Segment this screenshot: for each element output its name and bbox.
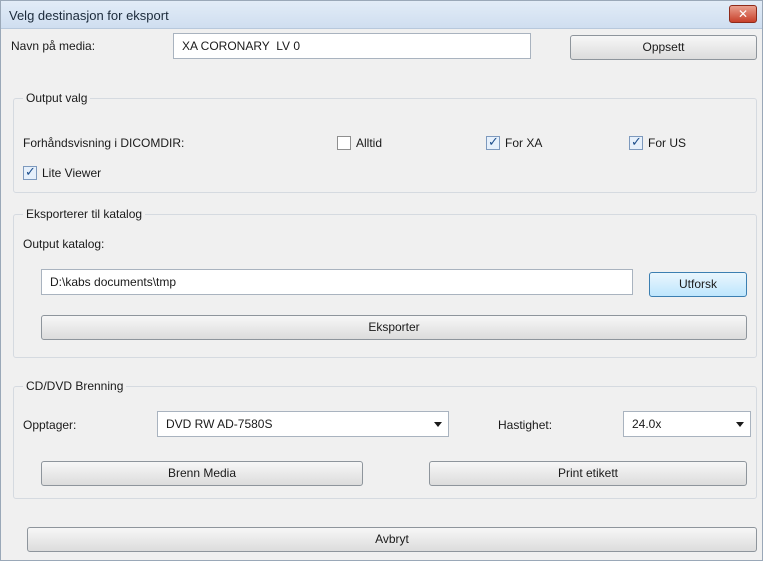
recorder-label: Opptager: [23,418,77,432]
for-us-checkbox-label: For US [648,136,687,150]
export-button[interactable]: Eksporter [41,315,747,340]
media-name-label: Navn på media: [11,39,96,53]
output-options-title: Output valg [23,91,91,105]
speed-dropdown-value: 24.0x [632,417,662,431]
for-us-checkbox[interactable]: ✓ [629,134,643,150]
checkmark-icon: ✓ [25,164,36,179]
close-icon: ✕ [737,7,749,21]
recorder-dropdown-value: DVD RW AD-7580S [166,417,273,431]
lite-viewer-checkbox-label: Lite Viewer [42,166,102,180]
export-folder-title: Eksporterer til katalog [23,207,146,221]
print-label-button[interactable]: Print etikett [429,461,747,486]
checkmark-icon: ✓ [631,134,642,149]
speed-label: Hastighet: [498,418,553,432]
recorder-dropdown[interactable]: DVD RW AD-7580S [157,411,449,437]
export-destination-dialog: Velg destinasjon for eksport ✕ Navn på m… [0,0,763,561]
chevron-down-icon [736,422,744,427]
output-folder-label: Output katalog: [23,237,105,251]
lite-viewer-checkbox[interactable]: ✓ [23,164,37,180]
dicomdir-preview-label: Forhåndsvisning i DICOMDIR: [23,136,185,150]
checkmark-icon: ✓ [488,134,499,149]
close-button[interactable]: ✕ [729,5,757,23]
setup-button[interactable]: Oppsett [570,35,757,60]
title-bar: Velg destinasjon for eksport ✕ [1,1,762,29]
always-checkbox-label: Alltid [356,136,383,150]
burn-media-button[interactable]: Brenn Media [41,461,363,486]
window-title: Velg destinasjon for eksport [9,8,169,23]
output-folder-input[interactable] [41,269,633,295]
media-name-input[interactable] [173,33,531,59]
chevron-down-icon [434,422,442,427]
speed-dropdown[interactable]: 24.0x [623,411,751,437]
cancel-button[interactable]: Avbryt [27,527,757,552]
burning-title: CD/DVD Brenning [23,379,127,393]
for-xa-checkbox[interactable]: ✓ [486,134,500,150]
for-xa-checkbox-label: For XA [505,136,543,150]
browse-button[interactable]: Utforsk [649,272,747,297]
always-checkbox[interactable] [337,136,351,150]
